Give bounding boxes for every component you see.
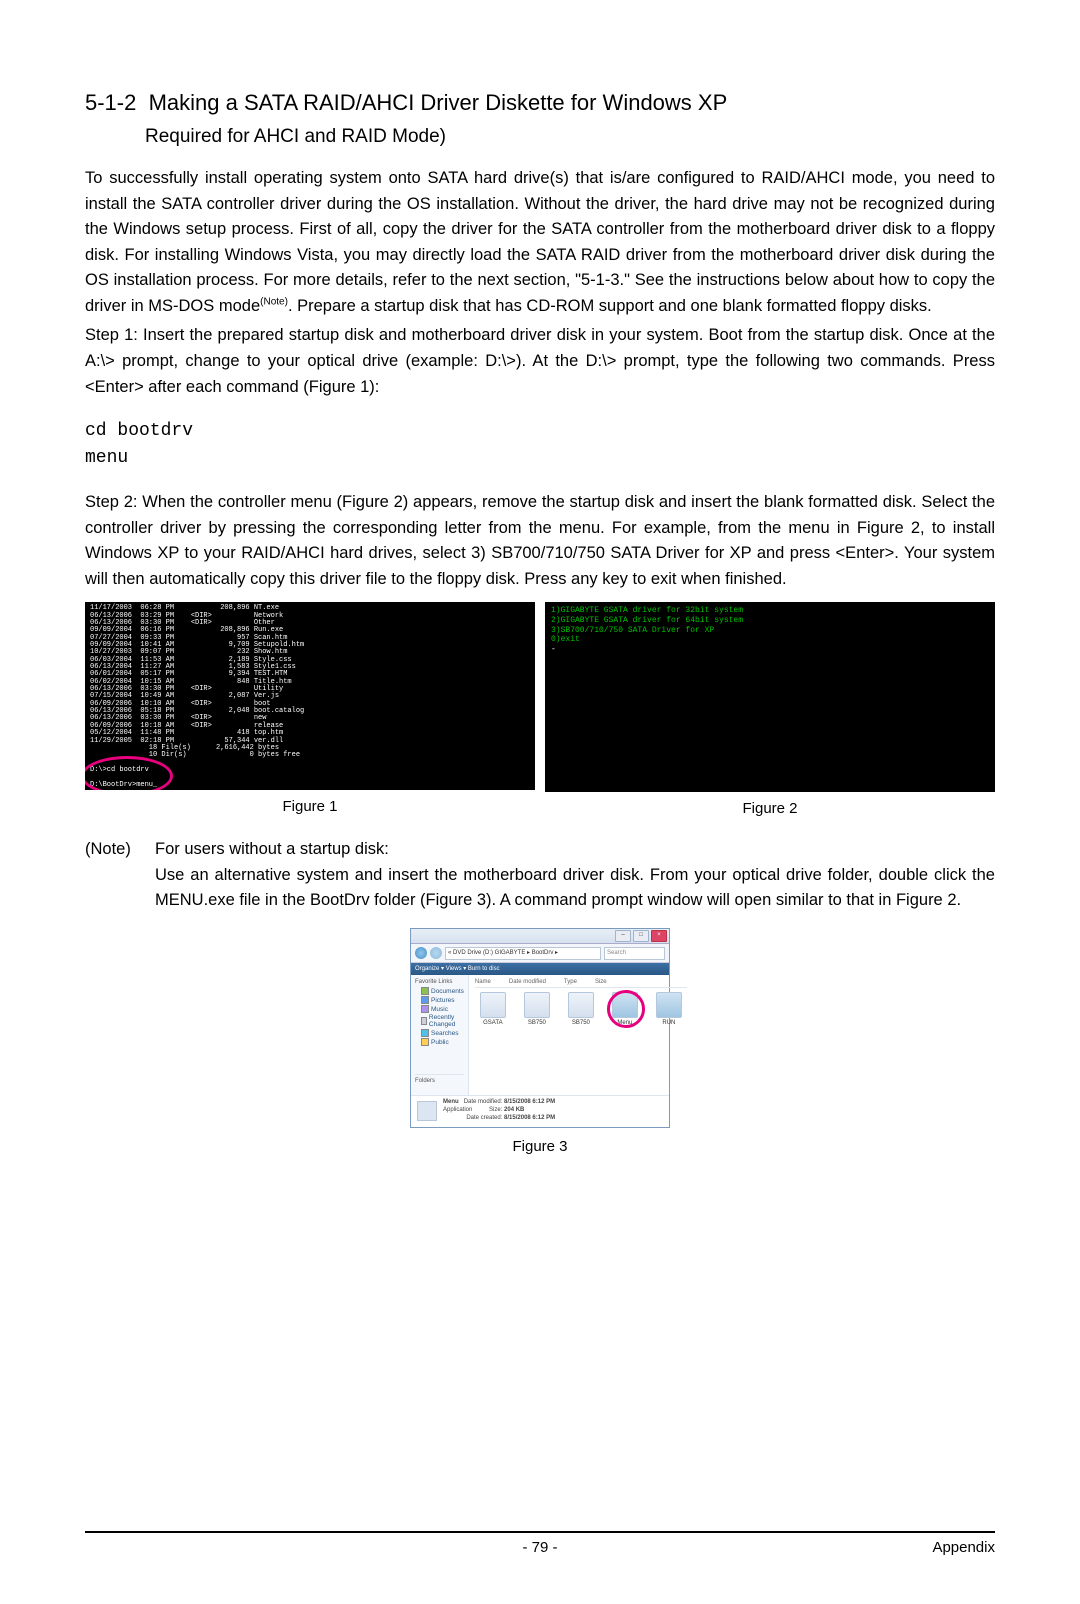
app-icon — [656, 992, 682, 1018]
sidebar-item-pictures[interactable]: Pictures — [421, 996, 464, 1004]
file-item-gsata[interactable]: GSATA — [475, 992, 511, 1026]
dos-listing: 11/17/2003 06:28 PM 208,896 NT.exe 06/13… — [90, 604, 304, 759]
folder-icon — [421, 1038, 429, 1046]
maximize-button[interactable]: □ — [633, 930, 649, 942]
figure-3-wrap: – □ × « DVD Drive (D:) GIGABYTE ▸ BootDr… — [85, 928, 995, 1155]
minimize-button[interactable]: – — [615, 930, 631, 942]
paragraph-1: To successfully install operating system… — [85, 166, 995, 319]
paragraph-2: Step 1: Insert the prepared startup disk… — [85, 323, 995, 400]
nav-back-icon[interactable] — [415, 947, 427, 959]
figure-3-label: Figure 3 — [85, 1138, 995, 1155]
folder-icon — [421, 1005, 429, 1013]
search-input[interactable]: Search — [604, 947, 665, 960]
details-pane: Menu Date modified: 8/15/2008 6:12 PM Ap… — [411, 1095, 669, 1127]
col-type[interactable]: Type — [564, 979, 577, 985]
menu-line-1: 1)GIGABYTE GSATA driver for 32bit system — [551, 606, 743, 615]
command-line-2: menu — [85, 445, 995, 472]
folder-icon — [480, 992, 506, 1018]
folder-icon — [568, 992, 594, 1018]
column-headers: Name Date modified Type Size — [475, 979, 687, 988]
window-toolbar[interactable]: Organize ▾ Views ▾ Burn to disc — [411, 963, 669, 975]
section-subtitle: Required for AHCI and RAID Mode) — [145, 126, 995, 148]
sidebar-item-public[interactable]: Public — [421, 1038, 464, 1046]
details-name: Menu — [443, 1099, 459, 1105]
folder-icon — [421, 996, 429, 1004]
section-heading: 5-1-2 Making a SATA RAID/AHCI Driver Dis… — [85, 90, 995, 116]
menu-line-4: 0)exit — [551, 635, 580, 644]
nav-forward-icon[interactable] — [430, 947, 442, 959]
page-number: - 79 - — [85, 1539, 995, 1556]
figure-1-label: Figure 1 — [85, 798, 535, 815]
file-pane: Name Date modified Type Size GSATA SB750… — [469, 975, 693, 1095]
note-content: For users without a startup disk: Use an… — [155, 837, 995, 914]
para1-text-b: . Prepare a startup disk that has CD-ROM… — [288, 297, 932, 315]
menu-line-3: 3)SB700/710/750 SATA Driver for XP — [551, 626, 714, 635]
nav-bar: « DVD Drive (D:) GIGABYTE ▸ BootDrv ▸ Se… — [411, 944, 669, 963]
paragraph-3: Step 2: When the controller menu (Figure… — [85, 490, 995, 592]
window-titlebar: – □ × — [411, 929, 669, 944]
command-block: cd bootdrv menu — [85, 418, 995, 472]
dos-cmd-1: D:\>cd bootdrv — [90, 766, 149, 774]
document-page: 5-1-2 Making a SATA RAID/AHCI Driver Dis… — [0, 0, 1080, 1604]
details-text: Menu Date modified: 8/15/2008 6:12 PM Ap… — [443, 1099, 555, 1122]
details-size: 204 KB — [504, 1107, 524, 1113]
sidebar-item-recent[interactable]: Recently Changed — [421, 1014, 464, 1028]
file-item-run[interactable]: RUN — [651, 992, 687, 1026]
sidebar-item-searches[interactable]: Searches — [421, 1029, 464, 1037]
details-created-label: Date created: — [466, 1115, 502, 1121]
dos-screenshot-1: 11/17/2003 06:28 PM 208,896 NT.exe 06/13… — [85, 602, 535, 790]
details-modified: 8/15/2008 6:12 PM — [504, 1099, 555, 1105]
col-name[interactable]: Name — [475, 979, 491, 985]
folder-icon — [421, 1017, 427, 1025]
dos-cmd-2: D:\BootDrv>menu_ — [90, 781, 157, 789]
note-line-2: Use an alternative system and insert the… — [155, 863, 995, 914]
explorer-window: – □ × « DVD Drive (D:) GIGABYTE ▸ BootDr… — [410, 928, 670, 1128]
details-type: Application — [443, 1107, 472, 1113]
file-item-sb750-2[interactable]: SB750 — [563, 992, 599, 1026]
folder-icon — [524, 992, 550, 1018]
details-size-label: Size: — [489, 1107, 502, 1113]
dos-screenshot-2: 1)GIGABYTE GSATA driver for 32bit system… — [545, 602, 995, 792]
para1-text-a: To successfully install operating system… — [85, 169, 995, 315]
section-title: Making a SATA RAID/AHCI Driver Diskette … — [149, 90, 728, 115]
details-created: 8/15/2008 6:12 PM — [504, 1115, 555, 1121]
page-footer: - 79 - Appendix — [85, 1531, 995, 1556]
app-icon — [612, 992, 638, 1018]
sidebar-header: Favorite Links — [415, 979, 464, 985]
file-item-sb750[interactable]: SB750 — [519, 992, 555, 1026]
note-line-1: For users without a startup disk: — [155, 837, 995, 863]
note-block: (Note) For users without a startup disk:… — [85, 837, 995, 914]
app-icon — [417, 1101, 437, 1121]
figure-2-column: 1)GIGABYTE GSATA driver for 32bit system… — [545, 602, 995, 817]
file-row: GSATA SB750 SB750 Menu RUN — [475, 992, 687, 1026]
note-label: (Note) — [85, 837, 155, 914]
close-button[interactable]: × — [651, 930, 667, 942]
col-date[interactable]: Date modified — [509, 979, 546, 985]
address-bar[interactable]: « DVD Drive (D:) GIGABYTE ▸ BootDrv ▸ — [445, 947, 601, 960]
figure-2-label: Figure 2 — [545, 800, 995, 817]
sidebar-item-documents[interactable]: Documents — [421, 987, 464, 995]
sidebar: Favorite Links Documents Pictures Music … — [411, 975, 469, 1095]
note-superscript: (Note) — [260, 296, 288, 307]
folder-icon — [421, 987, 429, 995]
figures-row: 11/17/2003 06:28 PM 208,896 NT.exe 06/13… — [85, 602, 995, 817]
file-item-menu[interactable]: Menu — [607, 992, 643, 1026]
folder-icon — [421, 1029, 429, 1037]
command-line-1: cd bootdrv — [85, 418, 995, 445]
window-body: Favorite Links Documents Pictures Music … — [411, 975, 669, 1095]
sidebar-folders-header[interactable]: Folders — [415, 1074, 464, 1084]
details-modified-label: Date modified: — [464, 1099, 503, 1105]
col-size[interactable]: Size — [595, 979, 607, 985]
sidebar-item-music[interactable]: Music — [421, 1005, 464, 1013]
section-number: 5-1-2 — [85, 90, 136, 115]
menu-cursor: - — [551, 645, 556, 654]
menu-line-2: 2)GIGABYTE GSATA driver for 64bit system — [551, 616, 743, 625]
figure-1-column: 11/17/2003 06:28 PM 208,896 NT.exe 06/13… — [85, 602, 535, 817]
